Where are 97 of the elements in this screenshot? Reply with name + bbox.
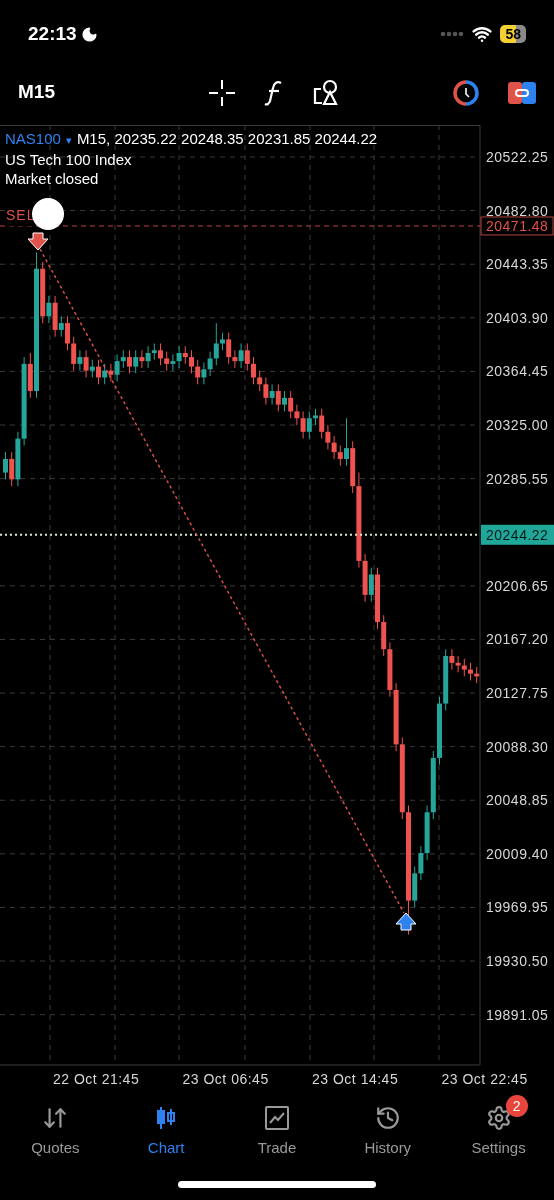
price-label: 20325.00 — [486, 417, 549, 433]
candlestick — [139, 349, 145, 369]
candlestick — [77, 349, 83, 372]
symbol-link[interactable]: NAS100 — [5, 129, 61, 148]
sort-arrows-icon — [42, 1105, 69, 1131]
time-label: 22 Oct 21:45 — [53, 1070, 140, 1089]
candlestick — [325, 424, 331, 450]
time-label: 23 Oct 06:45 — [182, 1070, 269, 1089]
candlestick — [251, 356, 256, 385]
candlestick — [300, 410, 306, 440]
time-label: 23 Oct 22:45 — [441, 1070, 528, 1089]
buy-arrow-icon — [395, 912, 417, 931]
clock-icon[interactable] — [452, 78, 480, 107]
market-status: Market closed — [5, 169, 100, 188]
settings-icon — [485, 1105, 512, 1131]
candlestick — [449, 648, 455, 671]
candlestick — [213, 322, 219, 366]
candlestick — [65, 315, 70, 351]
sell-price-tag: 20471.48 — [480, 216, 554, 236]
candlestick — [238, 342, 244, 369]
nav-tab[interactable]: Quotes — [0, 1093, 111, 1168]
candlestick — [263, 376, 269, 406]
candlestick — [306, 410, 312, 440]
price-label: 20167.20 — [486, 631, 549, 648]
moon-icon — [80, 25, 98, 43]
candlestick — [71, 336, 77, 372]
nav-tab[interactable]: 2 Settings — [443, 1093, 554, 1168]
price-label: 20048.85 — [486, 792, 549, 809]
function-icon[interactable] — [264, 79, 284, 106]
candlestick — [282, 390, 287, 412]
candlestick — [201, 362, 207, 385]
price-label: 20364.45 — [486, 363, 549, 380]
candlestick — [114, 353, 120, 383]
candlestick — [207, 351, 213, 377]
battery-indicator: 58 — [500, 25, 526, 43]
shapes-icon[interactable] — [312, 78, 340, 107]
candlestick — [294, 404, 300, 426]
candlestick — [368, 567, 374, 603]
price-label: 20482.80 — [486, 202, 549, 219]
current-price-tag: 20244.22 — [481, 524, 554, 545]
price-label: 19930.50 — [486, 953, 549, 970]
history-icon — [374, 1105, 401, 1131]
candlestick — [127, 349, 132, 374]
crosshair-icon[interactable] — [208, 78, 236, 107]
price-label: 19969.95 — [486, 899, 549, 916]
candlestick — [257, 370, 263, 392]
candlestick — [418, 845, 424, 881]
candlestick — [455, 655, 461, 673]
line-chart-icon — [264, 1105, 290, 1131]
symbol-description: US Tech 100 Index — [5, 150, 133, 169]
candlestick — [9, 451, 15, 487]
candlestick — [319, 408, 325, 440]
price-label: 20206.65 — [486, 577, 549, 594]
candlestick — [83, 349, 89, 378]
candlestick — [133, 349, 139, 374]
candlestick — [164, 351, 170, 372]
price-label: 20285.55 — [486, 470, 549, 487]
candlestick — [145, 345, 151, 369]
candlestick — [170, 353, 176, 372]
price-label: 20403.90 — [486, 309, 549, 326]
signal-icon — [440, 31, 465, 37]
sell-arrow-icon — [27, 232, 49, 251]
candlestick — [96, 359, 101, 385]
price-label: 19891.05 — [486, 1006, 549, 1023]
candlestick — [158, 342, 163, 366]
price-label: 20088.30 — [486, 738, 549, 755]
wifi-icon — [472, 24, 493, 44]
timeframe-label[interactable]: M15 — [18, 78, 208, 107]
candlestick — [3, 451, 8, 480]
price-label: 20009.40 — [486, 845, 549, 862]
price-label: 20443.35 — [486, 256, 549, 273]
candlestick — [244, 342, 250, 372]
candlestick — [46, 295, 52, 324]
candlestick — [337, 444, 343, 467]
time-label: 23 Oct 14:45 — [312, 1070, 399, 1089]
candlestick — [108, 363, 114, 383]
status-time: 22:13 — [28, 21, 77, 46]
candlestick — [195, 359, 201, 385]
price-label: 20522.25 — [486, 149, 549, 165]
price-label: 20127.75 — [486, 685, 549, 702]
nav-tab[interactable]: History — [332, 1093, 444, 1168]
candlestick — [189, 349, 194, 374]
candlestick — [58, 315, 64, 338]
ohlc-text: M15, 20235.22 20248.35 20231.85 20244.22 — [76, 129, 378, 148]
candlestick — [232, 349, 238, 369]
nav-tab[interactable]: Trade — [221, 1093, 333, 1168]
candlestick — [226, 332, 232, 365]
nav-tab[interactable]: Chart — [110, 1093, 222, 1168]
toggle-icon[interactable] — [508, 81, 536, 104]
dropdown-caret[interactable]: ▾ — [65, 131, 72, 150]
candlestick — [176, 345, 182, 369]
candlestick — [275, 383, 281, 412]
candlestick — [288, 390, 294, 419]
candlestick — [269, 383, 275, 406]
candlestick — [344, 417, 349, 467]
notification-badge: 2 — [505, 1095, 528, 1117]
candlestick — [331, 435, 337, 460]
